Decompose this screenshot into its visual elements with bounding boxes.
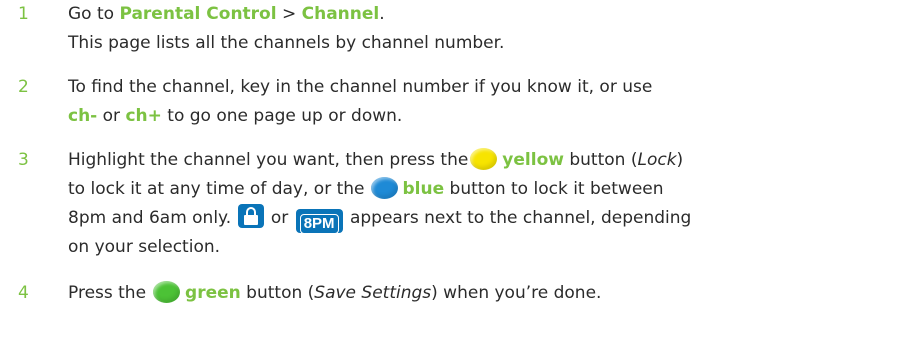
step-line: Press the green button (Save Settings) wh…	[68, 281, 602, 303]
step-text: Highlight the channel you want, then pre…	[68, 146, 898, 262]
blue-button-icon	[370, 177, 398, 199]
save-settings-label: Save Settings	[314, 283, 432, 303]
step-line: Highlight the channel you want, then pre…	[68, 148, 684, 170]
step-line: to lock it at any time of day, or the blu…	[68, 177, 664, 199]
yellow-label: yellow	[502, 150, 564, 170]
step-line: on your selection.	[68, 237, 221, 257]
blue-label: blue	[402, 179, 445, 199]
step-text: To find the channel, key in the channel …	[68, 73, 898, 131]
step-line: To find the channel, key in the channel …	[68, 77, 653, 97]
step-line: Go to Parental Control > Channel.	[68, 4, 385, 24]
ch-minus-key: ch-	[68, 106, 98, 126]
ch-plus-key: ch+	[125, 106, 162, 126]
step-number: 1	[18, 4, 29, 24]
step-text: Go to Parental Control > Channel. This p…	[68, 0, 898, 58]
green-label: green	[185, 283, 241, 303]
menu-parental-control: Parental Control	[119, 4, 277, 24]
step-number: 2	[18, 77, 29, 97]
8pm-icon: 8PM	[295, 209, 343, 234]
step-line: 8pm and 6am only. or 8PM appears next to…	[68, 204, 898, 234]
green-button-icon	[153, 281, 181, 303]
menu-channel: Channel	[301, 4, 380, 24]
lock-action-label: Lock	[637, 150, 677, 170]
step-line: This page lists all the channels by chan…	[68, 33, 505, 53]
yellow-button-icon	[470, 148, 498, 170]
step-number: 4	[18, 283, 29, 303]
step-number: 3	[18, 150, 29, 170]
lock-icon	[237, 204, 264, 228]
step-text: Press the green button (Save Settings) wh…	[68, 279, 898, 308]
step-line: ch- or ch+ to go one page up or down.	[68, 106, 403, 126]
